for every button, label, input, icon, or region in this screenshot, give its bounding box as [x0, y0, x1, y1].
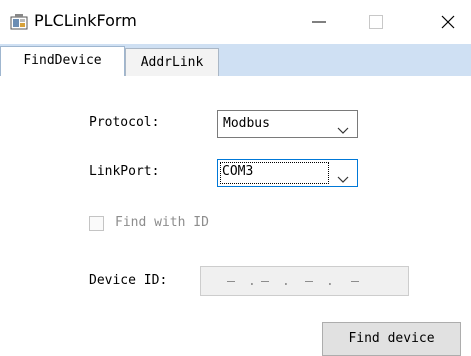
ip-separator: .	[326, 274, 334, 289]
tab-addrlink[interactable]: AddrLink	[125, 48, 219, 76]
chevron-down-icon	[337, 169, 349, 188]
tab-finddevice[interactable]: FindDevice	[0, 46, 125, 76]
protocol-select[interactable]: Modbus	[217, 110, 358, 138]
linkport-label: LinkPort:	[89, 164, 160, 179]
ip-octet-2	[261, 281, 269, 283]
ip-separator: .	[248, 274, 256, 289]
device-id-label: Device ID:	[89, 273, 168, 288]
linkport-select[interactable]: COM3	[217, 159, 358, 187]
device-id-ip-field[interactable]: . . .	[200, 266, 409, 296]
window-title: PLCLinkForm	[34, 11, 137, 30]
protocol-value: Modbus	[223, 116, 270, 131]
close-button[interactable]	[425, 0, 471, 44]
linkport-value: COM3	[222, 164, 254, 179]
ip-octet-1	[227, 281, 235, 283]
find-with-id-label: Find with ID	[115, 215, 209, 230]
find-device-button[interactable]: Find device	[322, 322, 461, 356]
chevron-down-icon	[337, 120, 349, 139]
maximize-button[interactable]	[353, 0, 399, 44]
ip-octet-4	[351, 281, 359, 283]
ip-separator: .	[282, 274, 290, 289]
ip-octet-3	[305, 281, 313, 283]
title-bar: PLCLinkForm	[0, 0, 471, 44]
minimize-button[interactable]	[296, 0, 342, 44]
plc-app-icon	[10, 14, 28, 30]
protocol-label: Protocol:	[89, 115, 160, 130]
find-with-id-checkbox[interactable]	[89, 216, 104, 231]
